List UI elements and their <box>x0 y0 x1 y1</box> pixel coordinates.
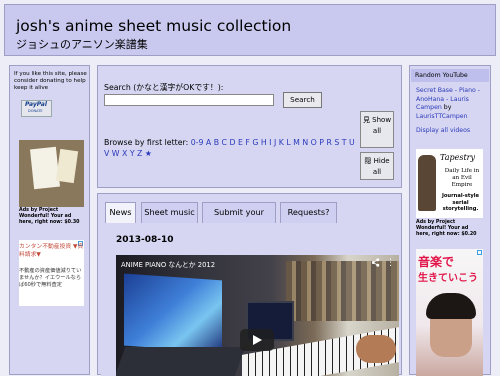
ad-description: Journal-style serial storytelling. <box>441 193 480 212</box>
browse-by-letter: Browse by first letter: 0-9 A B C D E F … <box>104 137 359 159</box>
ad-realestate[interactable]: カンタン不動産投資 ▼資料請求▼ 不動産の資産価値減りていませんか？イエウールな… <box>19 240 84 306</box>
share-icon[interactable] <box>371 258 381 268</box>
site-header: josh's anime sheet music collection ジョシュ… <box>4 4 496 56</box>
random-youtube-entry: Secret Base - Piano - AnoHana - Lauris C… <box>416 87 488 121</box>
donate-text: If you like this site, please consider d… <box>14 71 87 91</box>
ad-person-hair <box>426 293 476 319</box>
ad-caption[interactable]: Ads by Project Wonderful! Your ad here, … <box>416 220 483 238</box>
ad-image-sticky-notes[interactable] <box>19 140 84 207</box>
tab-bar: News Sheet music Submit your own! Reques… <box>101 199 399 236</box>
ad-tapestry[interactable]: Tapestry Daily Life in an Evil Empire Jo… <box>416 149 483 218</box>
tab-sheet-music[interactable]: Sheet music <box>141 202 198 223</box>
show-all-button[interactable]: 見 Show all <box>360 111 394 148</box>
search-panel: Search (かなと漢字がOKです！): Search Browse by f… <box>97 65 402 188</box>
paypal-donate-button[interactable]: PayPal DONATE <box>21 100 52 117</box>
more-options-icon[interactable]: ⋮ <box>386 258 395 268</box>
ad-music[interactable]: 音楽で 生きていこう <box>416 249 483 376</box>
post-date: 2013-08-10 <box>116 235 174 245</box>
ad-caption[interactable]: Ads by Project Wonderful! Your ad here, … <box>19 208 84 226</box>
tab-requests[interactable]: Requests? <box>280 202 337 223</box>
ad-note-card <box>55 148 79 184</box>
video-bookshelf <box>286 261 399 321</box>
ad-subheadline: 生きていこう <box>418 273 478 284</box>
video-hand <box>356 335 396 363</box>
main-content: News Sheet music Submit your own! Reques… <box>97 193 402 376</box>
paypal-logo: PayPal <box>25 101 47 108</box>
play-icon <box>253 335 262 345</box>
play-button[interactable] <box>240 329 274 351</box>
random-youtube-heading: Random YouTube <box>411 69 489 82</box>
site-title[interactable]: josh's anime sheet music collection <box>16 17 291 35</box>
news-panel: 2013-08-10 ANIME PIANO なんとか 2012 ⋮ <box>101 223 399 376</box>
ad-note-card <box>29 146 61 190</box>
search-button[interactable]: Search <box>283 92 322 108</box>
right-sidebar: Random YouTube Secret Base - Piano - Ano… <box>409 65 491 376</box>
ad-tagline: Daily Life in an Evil Empire <box>444 168 480 188</box>
left-sidebar: If you like this site, please consider d… <box>9 65 90 375</box>
youtube-author-link[interactable]: LaurisTTCampen <box>416 113 468 120</box>
ad-figure <box>418 155 436 211</box>
search-label: Search (かなと漢字がOKです！): <box>104 83 224 92</box>
ad-choices-icon[interactable] <box>477 250 482 255</box>
video-laptop-base <box>116 347 246 376</box>
display-all-videos-link[interactable]: Display all videos <box>416 127 470 134</box>
ad-headline: カンタン不動産投資 ▼資料請求▼ <box>19 244 84 258</box>
tab-news[interactable]: News <box>105 202 136 223</box>
browse-label: Browse by first letter: <box>104 138 189 147</box>
tab-submit[interactable]: Submit your own! <box>202 202 276 236</box>
youtube-by-label: by <box>443 104 452 111</box>
ad-headline: 音楽で <box>418 255 455 269</box>
video-player[interactable]: ANIME PIANO なんとか 2012 ⋮ <box>116 255 399 376</box>
site-subtitle: ジョシュのアニソン楽譜集 <box>16 38 148 51</box>
video-title[interactable]: ANIME PIANO なんとか 2012 <box>121 259 215 269</box>
paypal-donate-label: DONATE <box>28 109 43 113</box>
ad-title: Tapestry <box>440 153 476 162</box>
video-laptop-screen <box>124 273 222 353</box>
search-input[interactable] <box>104 94 274 106</box>
ad-body: 不動産の資産価値減りていませんか？イエウールならば60秒で無料査定 <box>19 268 82 288</box>
hide-all-button[interactable]: 隠 Hide all <box>360 152 394 180</box>
